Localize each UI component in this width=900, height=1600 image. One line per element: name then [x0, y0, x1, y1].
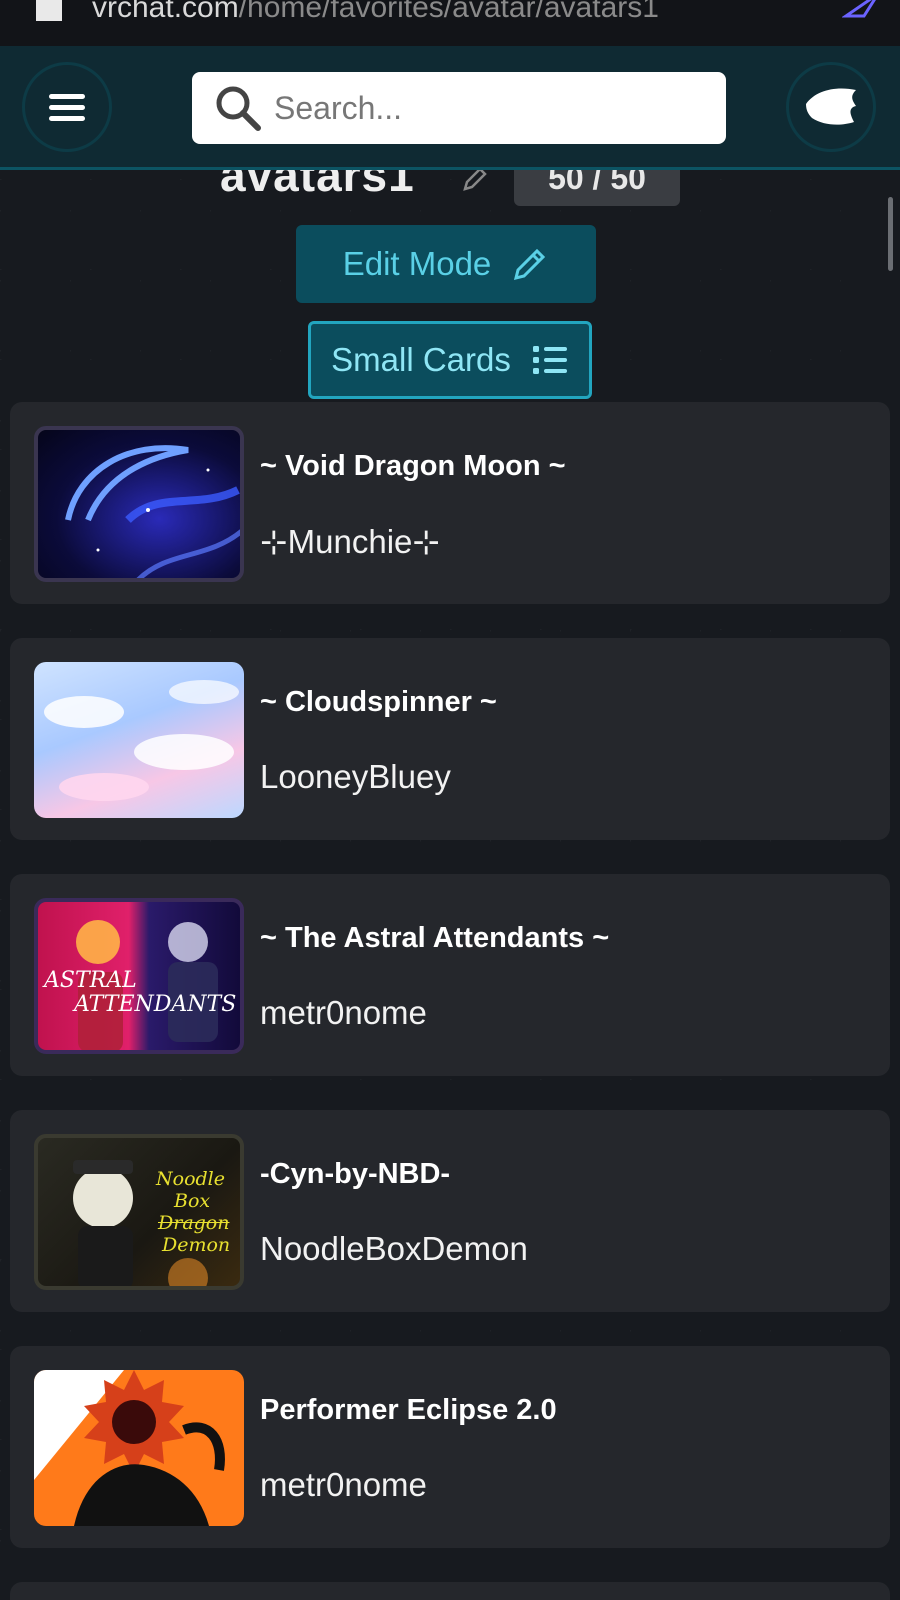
thumbnail-text: ASTRAL — [44, 968, 137, 993]
avatar-card[interactable]: Performer Eclipse 2.0 metr0nome — [10, 1346, 890, 1548]
small-cards-toggle-button[interactable]: Small Cards — [308, 321, 592, 399]
avatar-card[interactable]: ~ Void Dragon Moon ~ ⊹Munchie⊹ — [10, 402, 890, 604]
void-dragon-image — [65, 445, 240, 578]
avatar-thumbnail[interactable]: ASTRAL ATTENDANTS — [34, 898, 244, 1054]
url-host: vrchat.com — [92, 0, 239, 24]
site-header — [0, 46, 900, 170]
performer-eclipse-image — [34, 1370, 225, 1526]
avatar-card-partial[interactable] — [10, 1582, 890, 1600]
favorites-count-badge: 50 / 50 — [514, 170, 680, 206]
thumbnail-text: Noodle — [156, 1168, 225, 1190]
avatar-author[interactable]: metr0nome — [260, 1466, 427, 1504]
hamburger-icon — [49, 88, 85, 127]
search-input[interactable] — [274, 89, 694, 127]
url-text[interactable]: vrchat.com/home/favorites/avatar/avatars… — [92, 0, 659, 25]
cloud-image — [44, 680, 239, 801]
rename-pencil-icon[interactable] — [462, 170, 488, 192]
avatar-thumbnail[interactable]: Noodle Box Dragon Demon — [34, 1134, 244, 1290]
menu-button[interactable] — [22, 62, 112, 152]
edit-mode-button[interactable]: Edit Mode — [296, 225, 596, 303]
avatar-card[interactable]: ~ Cloudspinner ~ LooneyBluey — [10, 638, 890, 840]
avatar-author[interactable]: LooneyBluey — [260, 758, 451, 796]
share-icon[interactable] — [842, 0, 882, 20]
avatar-name[interactable]: Performer Eclipse 2.0 — [260, 1394, 557, 1427]
browser-url-bar[interactable]: vrchat.com/home/favorites/avatar/avatars… — [0, 0, 900, 46]
page-title: avatars1 — [220, 170, 415, 201]
avatar-thumbnail[interactable] — [34, 1370, 244, 1526]
small-cards-label: Small Cards — [331, 341, 511, 378]
thumbnail-text: Demon — [162, 1234, 231, 1256]
avatar-thumbnail[interactable] — [34, 662, 244, 818]
avatar-thumbnail[interactable] — [34, 426, 244, 582]
thumbnail-text: ATTENDANTS — [74, 992, 237, 1017]
search-bar[interactable] — [192, 72, 726, 144]
tab-icon — [36, 0, 62, 21]
list-icon — [532, 346, 567, 374]
edit-mode-label: Edit Mode — [342, 245, 492, 282]
avatar-author[interactable]: metr0nome — [260, 994, 427, 1032]
url-path: /home/favorites/avatar/avatars1 — [238, 0, 659, 24]
avatar-name[interactable]: ~ The Astral Attendants ~ — [260, 922, 609, 955]
favorites-title-row: avatars1 50 / 50 — [0, 170, 900, 210]
pencil-icon — [514, 248, 546, 281]
avatar-name[interactable]: ~ Void Dragon Moon ~ — [260, 450, 566, 483]
scrollbar[interactable] — [888, 197, 893, 271]
avatar-name[interactable]: ~ Cloudspinner ~ — [260, 686, 497, 719]
thumbnail-text: Box — [174, 1190, 211, 1212]
avatar-name[interactable]: -Cyn-by-NBD- — [260, 1158, 450, 1191]
wing-icon — [806, 88, 856, 125]
avatar-author[interactable]: NoodleBoxDemon — [260, 1230, 528, 1268]
avatar-card[interactable]: Noodle Box Dragon Demon -Cyn-by-NBD- Noo… — [10, 1110, 890, 1312]
thumbnail-text: Dragon — [158, 1212, 230, 1234]
profile-button[interactable] — [786, 62, 876, 152]
search-icon — [216, 86, 261, 131]
avatar-author[interactable]: ⊹Munchie⊹ — [260, 522, 440, 561]
avatar-card[interactable]: ASTRAL ATTENDANTS ~ The Astral Attendant… — [10, 874, 890, 1076]
